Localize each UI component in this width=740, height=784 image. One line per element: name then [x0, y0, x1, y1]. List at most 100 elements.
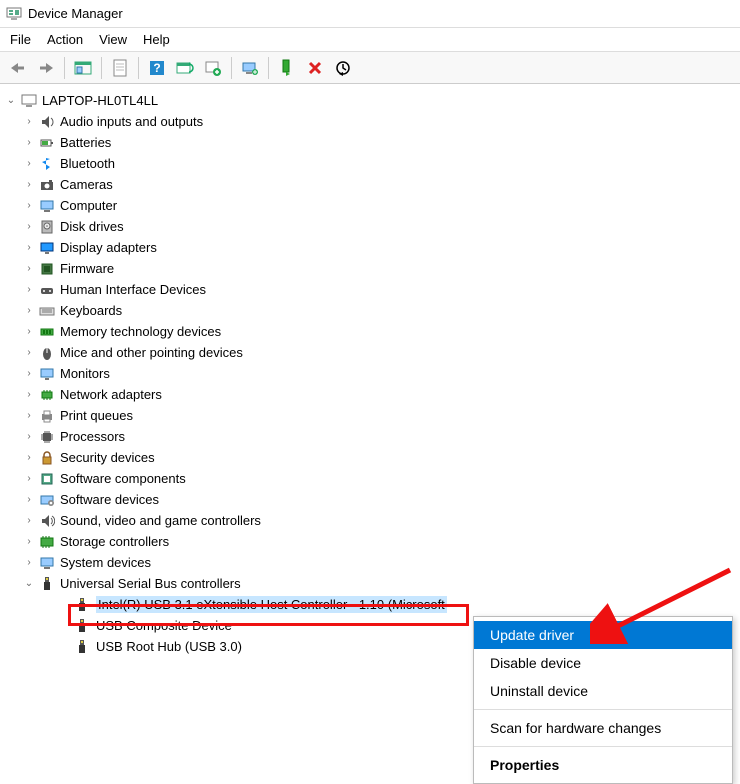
chevron-right-icon[interactable]: ›	[22, 115, 36, 129]
enable-device-button[interactable]	[274, 55, 300, 81]
chevron-right-icon[interactable]: ›	[22, 388, 36, 402]
update-driver-button[interactable]	[237, 55, 263, 81]
properties-button[interactable]	[107, 55, 133, 81]
category-label: Cameras	[60, 177, 113, 192]
context-menu: Update driverDisable deviceUninstall dev…	[473, 616, 733, 784]
firmware-icon	[38, 261, 56, 277]
chevron-down-icon[interactable]: ⌄	[22, 577, 36, 591]
memory-icon	[38, 324, 56, 340]
chevron-right-icon[interactable]: ›	[22, 493, 36, 507]
chevron-none	[58, 598, 72, 612]
chevron-right-icon[interactable]: ›	[22, 178, 36, 192]
usb-icon	[74, 639, 92, 655]
category-node[interactable]: › Cameras	[4, 174, 736, 195]
chevron-right-icon[interactable]: ›	[22, 451, 36, 465]
category-node[interactable]: ›Sound, video and game controllers	[4, 510, 736, 531]
svg-text:?: ?	[153, 61, 160, 75]
device-node[interactable]: Intel(R) USB 3.1 eXtensible Host Control…	[4, 594, 736, 615]
context-menu-item[interactable]: Scan for hardware changes	[474, 714, 732, 742]
titlebar: Device Manager	[0, 0, 740, 28]
category-node[interactable]: ›Batteries	[4, 132, 736, 153]
chevron-right-icon[interactable]: ›	[22, 136, 36, 150]
category-node[interactable]: › Firmware	[4, 258, 736, 279]
category-node[interactable]: ›Software devices	[4, 489, 736, 510]
chevron-right-icon[interactable]: ›	[22, 514, 36, 528]
chevron-right-icon[interactable]: ›	[22, 556, 36, 570]
security-icon	[38, 450, 56, 466]
category-label: System devices	[60, 555, 151, 570]
hid-icon	[38, 282, 56, 298]
scan-button[interactable]	[172, 55, 198, 81]
category-node[interactable]: ›Memory technology devices	[4, 321, 736, 342]
disable-device-button[interactable]	[330, 55, 356, 81]
mouse-icon	[38, 345, 56, 361]
add-legacy-button[interactable]	[200, 55, 226, 81]
show-hide-console-button[interactable]	[70, 55, 96, 81]
context-menu-separator	[474, 746, 732, 747]
chevron-right-icon[interactable]: ›	[22, 367, 36, 381]
back-button[interactable]	[5, 55, 31, 81]
chevron-right-icon[interactable]: ›	[22, 283, 36, 297]
processor-icon	[38, 429, 56, 445]
category-label: Monitors	[60, 366, 110, 381]
category-node[interactable]: ›Human Interface Devices	[4, 279, 736, 300]
category-label: Keyboards	[60, 303, 122, 318]
usb-icon	[74, 618, 92, 634]
chevron-right-icon[interactable]: ›	[22, 241, 36, 255]
display-icon	[38, 240, 56, 256]
category-node[interactable]: ›Audio inputs and outputs	[4, 111, 736, 132]
menu-view[interactable]: View	[99, 32, 127, 47]
category-node[interactable]: ›Computer	[4, 195, 736, 216]
root-label: LAPTOP-HL0TL4LL	[42, 93, 158, 108]
category-node[interactable]: ›Print queues	[4, 405, 736, 426]
audio-icon	[38, 114, 56, 130]
usb-icon	[74, 597, 92, 613]
category-node[interactable]: › Monitors	[4, 363, 736, 384]
root-node[interactable]: ⌄ LAPTOP-HL0TL4LL	[4, 90, 736, 111]
uninstall-device-button[interactable]	[302, 55, 328, 81]
category-node[interactable]: ›Storage controllers	[4, 531, 736, 552]
category-node[interactable]: ›Processors	[4, 426, 736, 447]
category-label-usb: Universal Serial Bus controllers	[60, 576, 241, 591]
chevron-right-icon[interactable]: ›	[22, 304, 36, 318]
chevron-right-icon[interactable]: ›	[22, 325, 36, 339]
category-node[interactable]: › Display adapters	[4, 237, 736, 258]
category-label: Display adapters	[60, 240, 157, 255]
storage-icon	[38, 534, 56, 550]
context-menu-item[interactable]: Disable device	[474, 649, 732, 677]
chevron-right-icon[interactable]: ›	[22, 199, 36, 213]
category-node[interactable]: › Network adapters	[4, 384, 736, 405]
context-menu-item[interactable]: Uninstall device	[474, 677, 732, 705]
chevron-down-icon[interactable]: ⌄	[4, 94, 18, 108]
category-node[interactable]: › Software components	[4, 468, 736, 489]
help-button[interactable]: ?	[144, 55, 170, 81]
chevron-right-icon[interactable]: ›	[22, 157, 36, 171]
chevron-right-icon[interactable]: ›	[22, 346, 36, 360]
forward-button[interactable]	[33, 55, 59, 81]
swcomp-icon	[38, 471, 56, 487]
chevron-right-icon[interactable]: ›	[22, 472, 36, 486]
context-menu-separator	[474, 709, 732, 710]
chevron-right-icon[interactable]: ›	[22, 262, 36, 276]
category-node[interactable]: › Keyboards	[4, 300, 736, 321]
category-node[interactable]: ›Mice and other pointing devices	[4, 342, 736, 363]
chevron-right-icon[interactable]: ›	[22, 430, 36, 444]
context-menu-item[interactable]: Update driver	[474, 621, 732, 649]
category-label: Network adapters	[60, 387, 162, 402]
menu-file[interactable]: File	[10, 32, 31, 47]
category-label: Software components	[60, 471, 186, 486]
menu-action[interactable]: Action	[47, 32, 83, 47]
category-label: Firmware	[60, 261, 114, 276]
toolbar: ?	[0, 52, 740, 84]
menu-help[interactable]: Help	[143, 32, 170, 47]
app-icon	[6, 6, 22, 22]
category-node[interactable]: ›Disk drives	[4, 216, 736, 237]
chevron-right-icon[interactable]: ›	[22, 535, 36, 549]
category-node[interactable]: › System devices	[4, 552, 736, 573]
sound-icon	[38, 513, 56, 529]
category-node[interactable]: ›Security devices	[4, 447, 736, 468]
chevron-right-icon[interactable]: ›	[22, 220, 36, 234]
category-node[interactable]: ›Bluetooth	[4, 153, 736, 174]
chevron-right-icon[interactable]: ›	[22, 409, 36, 423]
category-node-usb[interactable]: ⌄ Universal Serial Bus controllers	[4, 573, 736, 594]
